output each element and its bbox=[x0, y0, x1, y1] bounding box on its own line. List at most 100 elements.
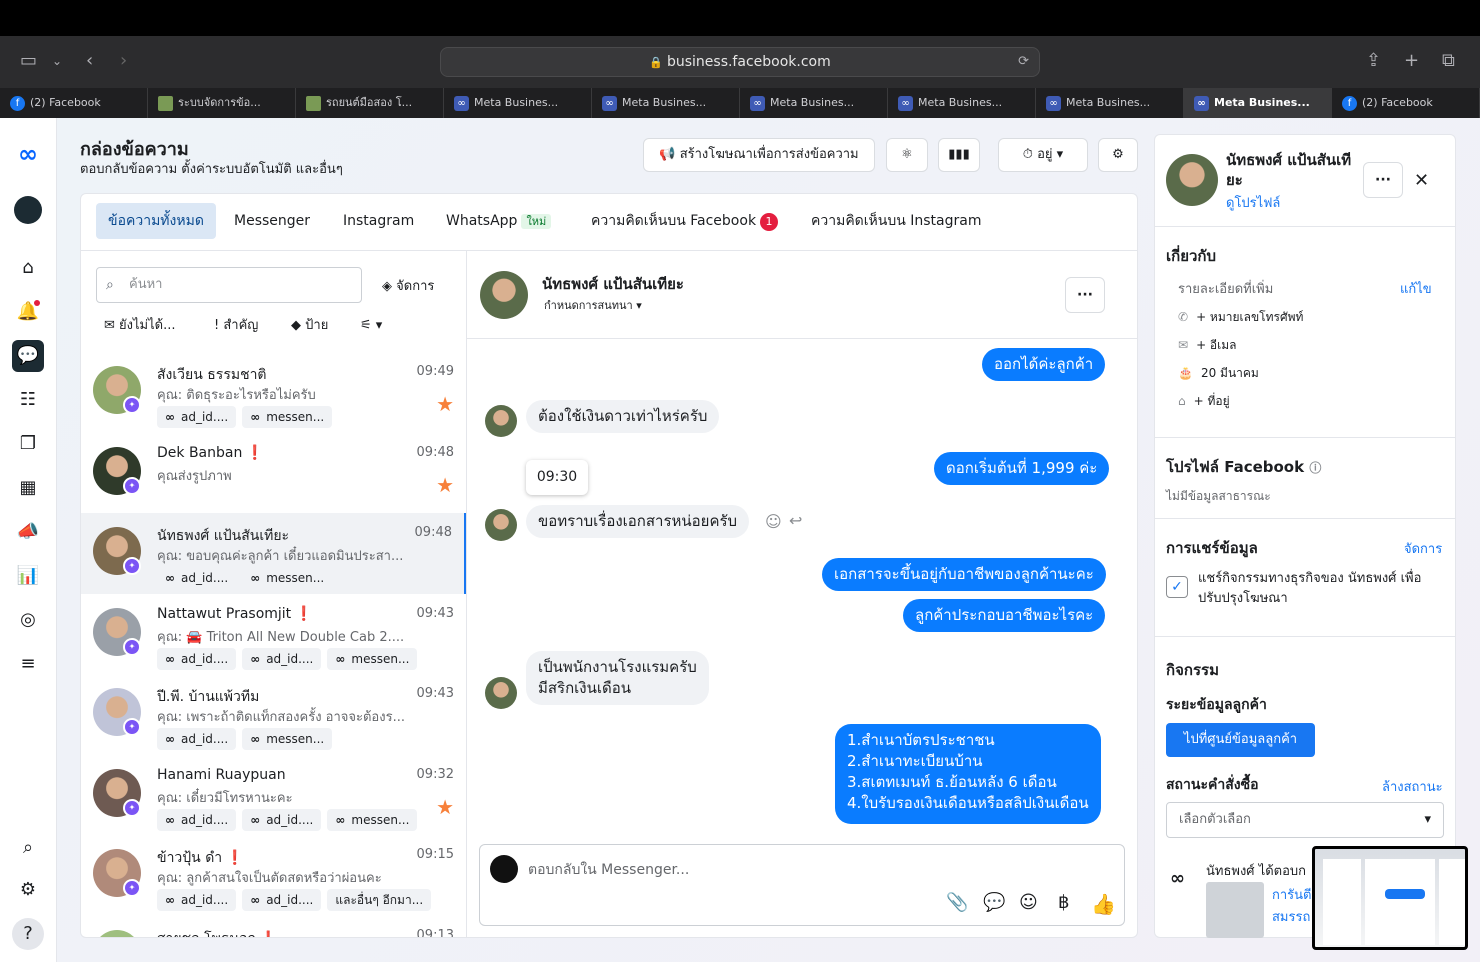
tab-whatsapp[interactable]: WhatsApp ใหม่ bbox=[434, 203, 563, 239]
create-messaging-ad-button[interactable]: 📢 สร้างโฆษณาเพื่อการส่งข้อความ bbox=[643, 138, 875, 172]
chat-more-button[interactable]: ··· bbox=[1065, 277, 1105, 313]
add-phone[interactable]: ✆ + หมายเลขโทรศัพท์ bbox=[1178, 308, 1303, 327]
ads-icon[interactable]: 📣 bbox=[12, 516, 44, 548]
message-out[interactable]: เอกสารจะขึ้นอยู่กับอาชีพของลูกค้านะคะ bbox=[822, 558, 1106, 591]
chevron-down-icon[interactable]: ⌄ bbox=[52, 54, 62, 68]
chat-contact-name[interactable]: นัทธพงศ์ แป้นสันเทียะ bbox=[542, 272, 684, 296]
new-tab-icon[interactable]: + bbox=[1404, 50, 1419, 71]
screenshot-thumbnail[interactable] bbox=[1312, 846, 1468, 950]
notifications-icon[interactable]: 🔔 bbox=[12, 296, 44, 328]
conversation-item[interactable]: ✦ Dek Banban ❗ 09:48 คุณส่งรูปภาพ ★ bbox=[81, 433, 466, 514]
payment-icon[interactable]: ฿ bbox=[1058, 892, 1069, 913]
browser-tab[interactable]: ∞ Meta Busines... bbox=[888, 88, 1036, 118]
reload-icon[interactable]: ⟳ bbox=[1018, 48, 1029, 76]
vehicle-thumbnail[interactable] bbox=[1206, 882, 1264, 938]
message-out[interactable]: ดอกเริ่มต้นที่ 1,999 ค่ะ bbox=[934, 452, 1110, 485]
account-avatar[interactable] bbox=[14, 196, 42, 224]
activity-link-1[interactable]: การันตี bbox=[1272, 884, 1311, 905]
search-icon[interactable]: ⌕ bbox=[12, 832, 44, 864]
label-chip[interactable]: ∞ ad_id.... bbox=[242, 647, 322, 670]
assign-conversation[interactable]: กำหนดการสนทนา ▾ bbox=[544, 296, 642, 314]
label-chip[interactable]: ∞ ad_id.... bbox=[157, 889, 237, 911]
forward-icon[interactable]: › bbox=[120, 50, 127, 71]
conversation-item[interactable]: ✦ สังเวียน ธรรมชาติ 09:49 คุณ: ติดธุระอะไรห… bbox=[81, 352, 466, 433]
contacts-icon[interactable]: ☷ bbox=[12, 384, 44, 416]
thumbs-up-icon[interactable]: 👍 bbox=[1091, 892, 1116, 916]
search-input[interactable]: ⌕ ค้นหา bbox=[96, 267, 362, 303]
browser-tab[interactable]: f (2) Facebook bbox=[0, 88, 148, 118]
attachment-icon[interactable]: 📎 bbox=[946, 892, 968, 913]
label-chip[interactable]: ∞ ad_id.... bbox=[157, 406, 237, 428]
star-icon[interactable]: ★ bbox=[436, 392, 454, 416]
browser-tab[interactable]: f (2) Facebook bbox=[1332, 88, 1480, 118]
label-chip[interactable]: ∞ messen... bbox=[242, 567, 333, 589]
browser-tab[interactable]: รถยนต์มือสอง โ... bbox=[296, 88, 444, 118]
manage-button[interactable]: ◈ จัดการ bbox=[382, 275, 434, 296]
clear-status-link[interactable]: ล้างสถานะ bbox=[1382, 776, 1443, 797]
label-chip[interactable]: ∞ messen... bbox=[242, 728, 333, 750]
tab-facebook-comments[interactable]: ความคิดเห็นบน Facebook 1 bbox=[579, 203, 790, 239]
star-icon[interactable]: ★ bbox=[436, 795, 454, 819]
saved-reply-icon[interactable]: 💬 bbox=[983, 892, 1005, 913]
message-in[interactable]: เป็นพนักงานโรงแรมครับ มีสริกเงินเดือน bbox=[526, 651, 709, 705]
lead-center-button[interactable]: ไปที่ศูนย์ข้อมูลลูกค้า bbox=[1166, 723, 1315, 757]
browser-tab[interactable]: ∞ Meta Busines... bbox=[740, 88, 888, 118]
browser-tab[interactable]: ∞ Meta Busines... bbox=[444, 88, 592, 118]
help-icon[interactable]: ? bbox=[12, 918, 44, 950]
label-chip[interactable]: ∞ messen... bbox=[327, 647, 418, 670]
browser-tab[interactable]: ∞ Meta Busines... bbox=[592, 88, 740, 118]
label-chip[interactable]: ∞ ad_id.... bbox=[242, 889, 322, 911]
share-activity-checkbox[interactable]: ✓ bbox=[1166, 576, 1188, 598]
label-chip[interactable]: ∞ ad_id.... bbox=[242, 808, 322, 831]
view-profile-link[interactable]: ดูโปรไฟล์ bbox=[1226, 192, 1280, 213]
home-icon[interactable]: ⌂ bbox=[12, 252, 44, 284]
profile-more-button[interactable]: ··· bbox=[1363, 162, 1403, 198]
star-icon[interactable]: ★ bbox=[436, 473, 454, 497]
tab-messenger[interactable]: Messenger bbox=[222, 203, 322, 239]
label-chip[interactable]: ∞ ad_id.... bbox=[157, 728, 237, 750]
tab-overview-icon[interactable]: ⧉ bbox=[1442, 50, 1455, 71]
conversation-item[interactable]: ✦ ปี.พี. บ้านแพ้วทีม 09:43 คุณ: เพราะถ้าติด… bbox=[81, 674, 466, 755]
conversation-item[interactable]: ✦สายชล โพธนอก❗09:13 bbox=[81, 916, 466, 937]
label-chip[interactable]: ∞ ad_id.... bbox=[157, 808, 237, 831]
message-in[interactable]: ต้องใช้เงินดาวเท่าไหร่ครับ bbox=[526, 400, 720, 433]
integrations-button[interactable]: ⚛ bbox=[886, 138, 928, 172]
insights-icon[interactable]: 📊 bbox=[12, 560, 44, 592]
browser-tab[interactable]: ∞ Meta Busines... bbox=[1036, 88, 1184, 118]
address-bar[interactable]: 🔒 business.facebook.com ⟳ bbox=[440, 47, 1040, 77]
filter-unread[interactable]: ✉ ยังไม่ได้... bbox=[104, 314, 176, 338]
add-email[interactable]: ✉ + อีเมล bbox=[1178, 336, 1237, 355]
conversation-item[interactable]: ✦ ข้าวปุ้น ดำ ❗ 09:15 คุณ: ลูกค้าสนใจเป็นตัด… bbox=[81, 835, 466, 916]
emoji-icon[interactable]: ☺ bbox=[1019, 892, 1038, 913]
profile-avatar[interactable] bbox=[1166, 154, 1218, 206]
message-out[interactable]: ออกได้ค่ะลูกค้า bbox=[982, 348, 1106, 381]
info-icon[interactable]: ⓘ bbox=[1309, 461, 1321, 475]
message-composer[interactable]: ตอบกลับใน Messenger... bbox=[479, 844, 1125, 926]
react-emoji-icon[interactable]: ☺ bbox=[765, 512, 782, 531]
label-chip[interactable]: ∞ messen... bbox=[242, 406, 333, 428]
label-chip[interactable]: ∞ messen... bbox=[327, 808, 418, 831]
planner-icon[interactable]: ▦ bbox=[12, 472, 44, 504]
conversation-item[interactable]: ✦ Nattawut Prasomjit ❗ 09:43 คุณ: 🚘 Triton A… bbox=[81, 594, 466, 675]
conversation-item[interactable]: ✦ Hanami Ruaypuan 09:32 คุณ: เดี๋ยวมีโทรหาน… bbox=[81, 755, 466, 836]
sidebar-toggle-icon[interactable]: ▭ bbox=[20, 50, 37, 71]
tab-instagram[interactable]: Instagram bbox=[331, 203, 426, 239]
share-icon[interactable]: ⇪ bbox=[1366, 50, 1381, 71]
settings-icon[interactable]: ⚙ bbox=[12, 874, 44, 906]
content-icon[interactable]: ❐ bbox=[12, 428, 44, 460]
browser-tab[interactable]: ระบบจัดการข้อ... bbox=[148, 88, 296, 118]
message-in[interactable]: ขอทราบเรื่องเอกสารหน่อยครับ bbox=[526, 505, 750, 538]
browser-tab[interactable]: ∞ Meta Busines... bbox=[1184, 88, 1332, 118]
tab-instagram-comments[interactable]: ความคิดเห็นบน Instagram bbox=[799, 203, 994, 239]
more-filters-dropdown[interactable]: ⚟ ▾ bbox=[360, 314, 382, 338]
label-chip[interactable]: ∞ ad_id.... bbox=[157, 647, 237, 670]
availability-dropdown[interactable]: ⏱ อยู่ ▾ bbox=[998, 138, 1088, 172]
add-address[interactable]: ⌂ + ที่อยู่ bbox=[1178, 392, 1230, 411]
sharing-manage-link[interactable]: จัดการ bbox=[1404, 538, 1442, 559]
message-out[interactable]: ลูกค้าประกอบอาชีพอะไรคะ bbox=[903, 599, 1106, 632]
label-chip[interactable]: และอื่นๆ อีกมา... bbox=[327, 889, 432, 911]
inbox-icon[interactable]: 💬 bbox=[12, 340, 44, 372]
message-out[interactable]: 1.สำเนาบัตรประชาชน 2.สำเนาทะเบียนบ้าน 3.… bbox=[835, 724, 1101, 824]
inbox-settings-button[interactable]: ⚙ bbox=[1098, 138, 1138, 172]
order-status-select[interactable]: เลือกตัวเลือก ▾ bbox=[1166, 802, 1444, 838]
